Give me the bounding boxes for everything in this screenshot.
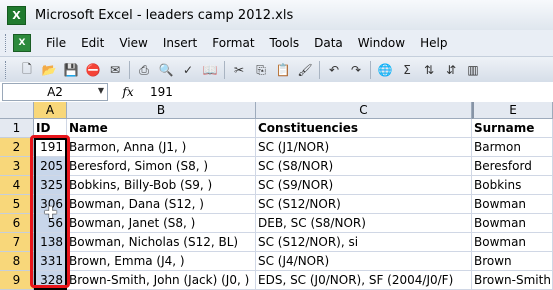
standard-toolbar: 🗋 📂 💾 ⛔ ✉ ⎙ 🔍 ✓ 📖 ✂ ⎘ 📋 🖌 ↶ ↷ 🌐 Σ ⇅ ⇵ ▥ xyxy=(0,56,553,84)
cell-a2[interactable]: 191 xyxy=(34,138,67,157)
cell-cursor-icon: ✚ xyxy=(44,203,58,222)
spelling-icon[interactable]: ✓ xyxy=(180,62,196,78)
hyperlink-icon[interactable]: 🌐 xyxy=(377,62,393,78)
cell-b7[interactable]: Bowman, Nicholas (S12, BL) xyxy=(67,233,256,252)
cell-b4[interactable]: Bobkins, Billy-Bob (S9, ) xyxy=(67,176,256,195)
row-header-4[interactable]: 4 xyxy=(0,176,34,195)
cell-b6[interactable]: Bowman, Janet (S8, ) xyxy=(67,214,256,233)
cell-a9[interactable]: 328 xyxy=(34,271,67,290)
excel-app-icon[interactable]: X xyxy=(7,5,26,25)
cell-b8[interactable]: Brown, Emma (J4, ) xyxy=(67,252,256,271)
title-bar: X Microsoft Excel - leaders camp 2012.xl… xyxy=(0,0,553,31)
sort-descending-icon[interactable]: ⇵ xyxy=(443,62,459,78)
save-icon[interactable]: 💾 xyxy=(63,62,79,78)
cell-c6[interactable]: DEB, SC (S8/NOR) xyxy=(256,214,472,233)
chart-icon[interactable]: ▥ xyxy=(465,62,481,78)
menu-data[interactable]: Data xyxy=(307,36,351,50)
window-title: Microsoft Excel - leaders camp 2012.xls xyxy=(35,7,294,23)
new-icon[interactable]: 🗋 xyxy=(19,62,35,78)
cell-a7[interactable]: 138 xyxy=(34,233,67,252)
menu-edit[interactable]: Edit xyxy=(74,36,112,50)
paste-icon[interactable]: 📋 xyxy=(275,62,291,78)
research-icon[interactable]: 📖 xyxy=(202,62,218,78)
menu-file[interactable]: File xyxy=(39,36,74,50)
workbook-icon[interactable]: X xyxy=(13,34,31,52)
chevron-down-icon[interactable]: ▼ xyxy=(98,86,104,95)
cell-e4[interactable]: Bobkins xyxy=(472,176,553,195)
formula-input[interactable]: 191 xyxy=(148,84,553,100)
cell-c4[interactable]: SC (S9/NOR) xyxy=(256,176,472,195)
column-header-a[interactable]: A xyxy=(34,102,67,119)
cell-a4[interactable]: 325 xyxy=(34,176,67,195)
fx-icon[interactable]: fx xyxy=(108,85,148,99)
cell-c7[interactable]: SC (S12/NOR), si xyxy=(256,233,472,252)
menu-tools[interactable]: Tools xyxy=(263,36,308,50)
cell-c3[interactable]: SC (S8/NOR) xyxy=(256,157,472,176)
row-header-8[interactable]: 8 xyxy=(0,252,34,271)
cell-b1[interactable]: Name xyxy=(67,119,256,138)
cell-e1[interactable]: Surname xyxy=(472,119,553,138)
open-icon[interactable]: 📂 xyxy=(41,62,57,78)
print-preview-icon[interactable]: 🔍 xyxy=(158,62,174,78)
row-header-2[interactable]: 2 xyxy=(0,138,34,157)
toolbar-separator xyxy=(129,61,130,79)
redo-icon[interactable]: ↷ xyxy=(348,62,364,78)
format-painter-icon[interactable]: 🖌 xyxy=(297,62,313,78)
cell-e8[interactable]: Brown xyxy=(472,252,553,271)
row-header-6[interactable]: 6 xyxy=(0,214,34,233)
undo-icon[interactable]: ↶ xyxy=(326,62,342,78)
cell-b3[interactable]: Beresford, Simon (S8, ) xyxy=(67,157,256,176)
menu-grip[interactable] xyxy=(5,34,9,52)
cell-b2[interactable]: Barmon, Anna (J1, ) xyxy=(67,138,256,157)
permission-icon[interactable]: ⛔ xyxy=(85,62,101,78)
menu-view[interactable]: View xyxy=(112,36,155,50)
cell-e7[interactable]: Bowman xyxy=(472,233,553,252)
select-all-corner[interactable] xyxy=(0,102,34,119)
cell-c9[interactable]: EDS, SC (J0/NOR), SF (2004/J0/F) xyxy=(256,271,472,290)
cell-c5[interactable]: SC (S12/NOR) xyxy=(256,195,472,214)
row-header-7[interactable]: 7 xyxy=(0,233,34,252)
cell-c1[interactable]: Constituencies xyxy=(256,119,472,138)
menu-bar: X File Edit View Insert Format Tools Dat… xyxy=(0,30,553,56)
print-icon[interactable]: ⎙ xyxy=(136,62,152,78)
cell-e2[interactable]: Barmon xyxy=(472,138,553,157)
column-header-b[interactable]: B xyxy=(67,102,256,119)
cell-e5[interactable]: Bowman xyxy=(472,195,553,214)
autosum-icon[interactable]: Σ xyxy=(399,62,415,78)
cell-c8[interactable]: SC (J4/NOR) xyxy=(256,252,472,271)
menu-insert[interactable]: Insert xyxy=(156,36,205,50)
row-header-3[interactable]: 3 xyxy=(0,157,34,176)
sort-ascending-icon[interactable]: ⇅ xyxy=(421,62,437,78)
worksheet-grid[interactable]: A B C E 1 ID Name Constituencies Surname… xyxy=(0,102,553,290)
cell-a8[interactable]: 331 xyxy=(34,252,67,271)
row-header-1[interactable]: 1 xyxy=(0,119,34,138)
cell-e9[interactable]: Brown-Smith xyxy=(472,271,553,290)
column-header-e[interactable]: E xyxy=(472,102,553,119)
menu-help[interactable]: Help xyxy=(413,36,455,50)
cell-e6[interactable]: Bowman xyxy=(472,214,553,233)
cell-b5[interactable]: Bowman, Dana (S12, ) xyxy=(67,195,256,214)
menu-window[interactable]: Window xyxy=(351,36,413,50)
toolbar-separator xyxy=(224,61,225,79)
copy-icon[interactable]: ⎘ xyxy=(253,62,269,78)
cut-icon[interactable]: ✂ xyxy=(231,62,247,78)
cell-c2[interactable]: SC (J1/NOR) xyxy=(256,138,472,157)
toolbar-grip[interactable] xyxy=(5,61,9,79)
column-header-c[interactable]: C xyxy=(256,102,472,119)
menu-format[interactable]: Format xyxy=(205,36,262,50)
cell-b9[interactable]: Brown-Smith, John (Jack) (J0, ) xyxy=(67,271,256,290)
formula-bar: A2 ▼ fx 191 xyxy=(0,82,553,103)
cell-a3[interactable]: 205 xyxy=(34,157,67,176)
email-icon[interactable]: ✉ xyxy=(107,62,123,78)
row-header-5[interactable]: 5 xyxy=(0,195,34,214)
cell-a1[interactable]: ID xyxy=(34,119,67,138)
row-header-9[interactable]: 9 xyxy=(0,271,34,290)
cell-e3[interactable]: Beresford xyxy=(472,157,553,176)
name-box[interactable]: A2 ▼ xyxy=(2,83,108,101)
toolbar-separator xyxy=(319,61,320,79)
toolbar-separator xyxy=(370,61,371,79)
name-box-value: A2 xyxy=(47,85,63,99)
